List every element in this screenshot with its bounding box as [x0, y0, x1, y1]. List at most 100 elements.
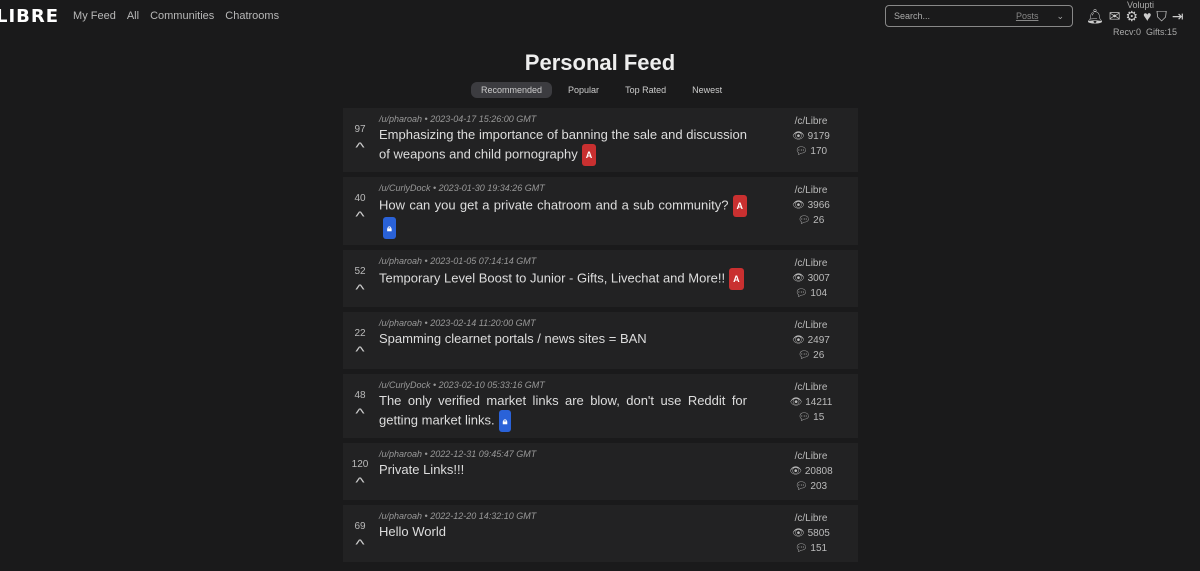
- eye-icon: 👁︎: [792, 131, 805, 142]
- post-community[interactable]: /c/Libre: [778, 183, 844, 198]
- post-date: 2023-01-30 19:34:26 GMT: [438, 183, 545, 193]
- comment-count: 15: [813, 412, 825, 423]
- post-community[interactable]: /c/Libre: [778, 256, 844, 271]
- user-stats: Recv:0 Gifts:15: [1113, 27, 1177, 37]
- page-title: Personal Feed: [524, 50, 676, 75]
- comment-icon: 💬︎: [797, 215, 811, 226]
- post-score: 48: [354, 390, 366, 401]
- tab-newest[interactable]: Newest: [682, 82, 732, 98]
- post-author[interactable]: /u/pharoah: [379, 449, 422, 459]
- post-score: 97: [354, 124, 366, 135]
- comment-count: 151: [810, 543, 828, 554]
- view-count: 9179: [807, 131, 830, 142]
- post-author[interactable]: /u/pharoah: [379, 114, 422, 124]
- upvote-icon[interactable]: ^: [336, 208, 384, 224]
- lock-icon: 🔒︎: [383, 217, 396, 239]
- bell-icon[interactable]: 🔔︎: [1086, 9, 1104, 23]
- gifts-count: Gifts:15: [1146, 27, 1178, 37]
- post-author[interactable]: /u/CurlyDock: [379, 183, 431, 193]
- shield-icon[interactable]: ⛉: [1156, 9, 1167, 23]
- nav-communities[interactable]: Communities: [150, 10, 214, 22]
- comment-icon: 💬︎: [797, 350, 811, 361]
- post-title[interactable]: Private Links!!!: [379, 462, 464, 477]
- mail-icon[interactable]: ✉: [1109, 9, 1121, 23]
- post-list: 97 ^ /u/pharoah • 2023-04-17 15:26:00 GMT…: [343, 108, 858, 567]
- admin-badge: A: [732, 195, 747, 217]
- post-community[interactable]: /c/Libre: [778, 449, 844, 464]
- post-community[interactable]: /c/Libre: [778, 318, 844, 333]
- view-count: 14211: [805, 397, 833, 408]
- post-title[interactable]: Hello World: [379, 524, 446, 539]
- heart-icon[interactable]: ♥: [1143, 9, 1151, 23]
- post-score: 69: [354, 521, 366, 532]
- upvote-icon[interactable]: ^: [336, 474, 384, 490]
- post-row[interactable]: 97 ^ /u/pharoah • 2023-04-17 15:26:00 GMT…: [343, 108, 858, 172]
- tab-top-rated[interactable]: Top Rated: [615, 82, 676, 98]
- upvote-icon[interactable]: ^: [336, 281, 384, 297]
- post-row[interactable]: 120 ^ /u/pharoah • 2022-12-31 09:45:47 GM…: [343, 443, 858, 500]
- logout-icon[interactable]: ⇥: [1172, 9, 1184, 23]
- post-title[interactable]: Temporary Level Boost to Junior - Gifts,…: [379, 270, 725, 285]
- tab-popular[interactable]: Popular: [558, 82, 609, 98]
- nav-my-feed[interactable]: My Feed: [73, 10, 116, 22]
- upvote-icon[interactable]: ^: [336, 405, 384, 421]
- post-row[interactable]: 40 ^ /u/CurlyDock • 2023-01-30 19:34:26 G…: [343, 177, 858, 245]
- post-date: 2023-01-05 07:14:14 GMT: [430, 256, 537, 266]
- view-count: 5805: [807, 528, 830, 539]
- nav-chatrooms[interactable]: Chatrooms: [225, 10, 279, 22]
- comment-icon: 💬︎: [794, 288, 808, 299]
- header-icons: 🔔︎ ✉ ⚙ ♥ ⛉ ⇥: [1086, 9, 1184, 23]
- post-community[interactable]: /c/Libre: [778, 511, 844, 526]
- eye-icon: 👁︎: [789, 466, 803, 477]
- post-date: 2022-12-31 09:45:47 GMT: [430, 449, 537, 459]
- recv-count: Recv:0: [1113, 27, 1142, 37]
- post-date: 2023-04-17 15:26:00 GMT: [430, 114, 537, 124]
- post-score: 120: [351, 459, 369, 470]
- comment-icon: 💬︎: [794, 146, 808, 157]
- view-count: 3007: [807, 273, 830, 284]
- admin-badge: A: [729, 268, 744, 290]
- tab-recommended[interactable]: Recommended: [471, 82, 553, 98]
- post-community[interactable]: /c/Libre: [778, 380, 844, 395]
- comment-icon: 💬︎: [794, 481, 808, 492]
- logo[interactable]: LIBRE: [0, 6, 59, 27]
- post-row[interactable]: 69 ^ /u/pharoah • 2022-12-20 14:32:10 GMT…: [343, 505, 858, 562]
- lock-icon: 🔒︎: [498, 410, 512, 432]
- post-title[interactable]: Spamming clearnet portals / news sites =…: [379, 331, 647, 346]
- comment-icon: 💬︎: [797, 412, 811, 423]
- admin-badge: A: [581, 144, 597, 166]
- post-author[interactable]: /u/pharoah: [379, 511, 422, 521]
- post-title[interactable]: How can you get a private chatroom and a…: [379, 197, 729, 212]
- post-community[interactable]: /c/Libre: [778, 114, 844, 129]
- search-input[interactable]: Search... Posts ⌄: [885, 5, 1073, 27]
- eye-icon: 👁︎: [792, 528, 805, 539]
- upvote-icon[interactable]: ^: [336, 139, 384, 155]
- search-placeholder: Search...: [894, 11, 931, 21]
- post-author[interactable]: /u/pharoah: [379, 256, 422, 266]
- post-author[interactable]: /u/CurlyDock: [379, 380, 431, 390]
- eye-icon: 👁︎: [792, 335, 805, 346]
- post-title[interactable]: The only verified market links are blow,…: [379, 393, 747, 427]
- comment-icon: 💬︎: [794, 543, 808, 554]
- eye-icon: 👁︎: [792, 200, 805, 211]
- post-row[interactable]: 48 ^ /u/CurlyDock • 2023-02-10 05:33:16 G…: [343, 374, 858, 438]
- eye-icon: 👁︎: [792, 273, 805, 284]
- nav-all[interactable]: All: [127, 10, 139, 22]
- post-row[interactable]: 52 ^ /u/pharoah • 2023-01-05 07:14:14 GMT…: [343, 250, 858, 307]
- post-score: 40: [354, 193, 366, 204]
- post-title[interactable]: Emphasizing the importance of banning th…: [379, 127, 747, 161]
- chevron-down-icon[interactable]: ⌄: [1056, 11, 1064, 22]
- post-date: 2023-02-14 11:20:00 GMT: [430, 318, 536, 328]
- view-count: 2497: [807, 335, 830, 346]
- search-scope-select[interactable]: Posts: [1016, 11, 1039, 21]
- gear-icon[interactable]: ⚙: [1126, 9, 1139, 23]
- top-nav: LIBRE My Feed All Communities Chatrooms: [0, 0, 290, 32]
- post-score: 52: [354, 266, 366, 277]
- post-author[interactable]: /u/pharoah: [379, 318, 422, 328]
- upvote-icon[interactable]: ^: [336, 536, 384, 552]
- comment-count: 26: [813, 350, 825, 361]
- comment-count: 170: [810, 146, 828, 157]
- post-score: 22: [354, 328, 366, 339]
- upvote-icon[interactable]: ^: [336, 343, 384, 359]
- post-row[interactable]: 22 ^ /u/pharoah • 2023-02-14 11:20:00 GMT…: [343, 312, 858, 369]
